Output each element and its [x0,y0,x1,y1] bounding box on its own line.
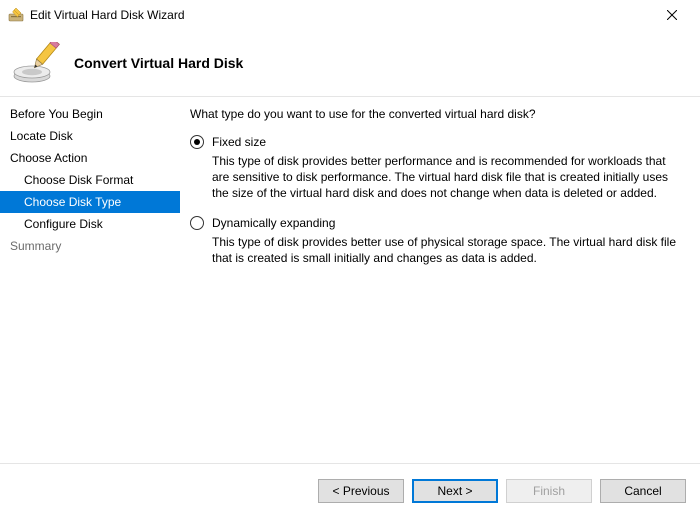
wizard-body: Before You Begin Locate Disk Choose Acti… [0,97,700,463]
app-icon [8,7,24,23]
finish-button: Finish [506,479,592,503]
option-fixed-size-row[interactable]: Fixed size [190,135,682,149]
option-fixed-size: Fixed size This type of disk provides be… [190,135,682,202]
sidebar-item-before-you-begin[interactable]: Before You Begin [0,103,180,125]
sidebar-item-choose-disk-format[interactable]: Choose Disk Format [0,169,180,191]
sidebar-item-choose-action[interactable]: Choose Action [0,147,180,169]
radio-fixed-size[interactable] [190,135,204,149]
sidebar-item-configure-disk[interactable]: Configure Disk [0,213,180,235]
page-title: Convert Virtual Hard Disk [74,55,243,71]
option-fixed-size-desc: This type of disk provides better perfor… [212,153,682,202]
sidebar-item-locate-disk[interactable]: Locate Disk [0,125,180,147]
previous-button[interactable]: < Previous [318,479,404,503]
close-icon [667,10,677,20]
window-title: Edit Virtual Hard Disk Wizard [30,8,652,22]
radio-dynamically-expanding[interactable] [190,216,204,230]
wizard-window: Edit Virtual Hard Disk Wizard Conv [0,0,700,517]
wizard-content: What type do you want to use for the con… [180,97,700,463]
option-dynamic-desc: This type of disk provides better use of… [212,234,682,266]
wizard-header: Convert Virtual Hard Disk [0,30,700,96]
close-button[interactable] [652,7,692,23]
next-button[interactable]: Next > [412,479,498,503]
option-dynamic-label: Dynamically expanding [212,216,335,230]
wizard-steps-sidebar: Before You Begin Locate Disk Choose Acti… [0,97,180,463]
hard-disk-pencil-icon [12,42,62,84]
option-dynamic-row[interactable]: Dynamically expanding [190,216,682,230]
wizard-footer: < Previous Next > Finish Cancel [0,463,700,517]
titlebar: Edit Virtual Hard Disk Wizard [0,0,700,30]
option-fixed-size-label: Fixed size [212,135,266,149]
content-question: What type do you want to use for the con… [190,107,682,121]
sidebar-item-summary[interactable]: Summary [0,235,180,257]
option-dynamically-expanding: Dynamically expanding This type of disk … [190,216,682,266]
cancel-button[interactable]: Cancel [600,479,686,503]
sidebar-item-choose-disk-type[interactable]: Choose Disk Type [0,191,180,213]
